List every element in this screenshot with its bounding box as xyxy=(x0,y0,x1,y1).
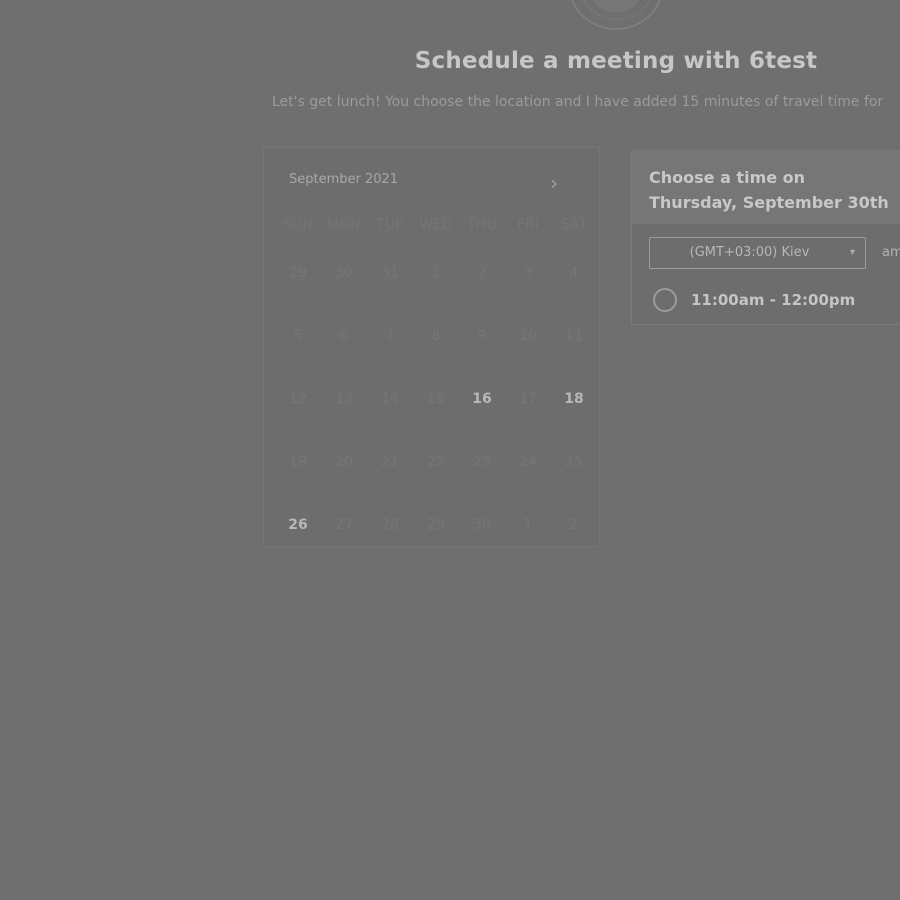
timezone-select[interactable]: (GMT+03:00) Kiev ▾ xyxy=(649,237,866,269)
calendar-day: 31 xyxy=(381,265,399,281)
calendar-day: 21 xyxy=(381,454,399,470)
weekday-label: THU xyxy=(467,217,497,233)
calendar-day: 19 xyxy=(289,454,307,470)
calendar-day: 17 xyxy=(519,391,537,407)
calendar-day-grid: 29 30 31 1 2 3 4 5 6 7 8 9 10 11 12 13 1… xyxy=(276,258,590,538)
calendar-day: 30 xyxy=(335,265,353,281)
calendar-day: 14 xyxy=(381,391,399,407)
calendar-day: 30 xyxy=(473,517,491,533)
calendar-day: 12 xyxy=(289,391,307,407)
timezone-value: (GMT+03:00) Kiev xyxy=(689,245,810,260)
weekday-label: FRI xyxy=(517,217,539,233)
calendar-day: 10 xyxy=(519,328,537,344)
calendar-day: 11 xyxy=(565,328,583,344)
calendar-day: 23 xyxy=(473,454,491,470)
calendar-day: 25 xyxy=(565,454,583,470)
avatar-image xyxy=(580,0,654,20)
calendar-day: 8 xyxy=(431,328,441,344)
calendar-day: 29 xyxy=(427,517,445,533)
calendar-day: 24 xyxy=(519,454,537,470)
avatar xyxy=(568,0,664,30)
calendar-day: 7 xyxy=(385,328,395,344)
time-slot-label: 11:00am - 12:00pm xyxy=(691,291,856,309)
calendar-day-available[interactable]: 26 xyxy=(276,510,320,540)
calendar-day: 4 xyxy=(569,265,579,281)
booking-page: Schedule a meeting with 6test Let's get … xyxy=(0,0,900,900)
calendar-day: 9 xyxy=(477,328,487,344)
calendar-day: 22 xyxy=(427,454,445,470)
calendar-day: 28 xyxy=(381,517,399,533)
calendar-day: 5 xyxy=(293,328,303,344)
weekday-label: MON xyxy=(327,217,361,233)
calendar-day: 1 xyxy=(523,517,533,533)
calendar-weekday-row: SUN MON TUE WED THU FRI SAT xyxy=(276,215,590,235)
calendar-day: 1 xyxy=(431,265,441,281)
weekday-label: SUN xyxy=(283,217,313,233)
time-panel-title: Choose a time on Thursday, September 30t… xyxy=(649,168,889,212)
calendar-day-available[interactable]: 16 xyxy=(460,384,504,414)
ampm-toggle[interactable]: am/pm xyxy=(882,244,900,262)
time-selection-panel: Choose a time on Thursday, September 30t… xyxy=(631,150,900,325)
calendar-day: 27 xyxy=(335,517,353,533)
weekday-label: WED xyxy=(419,217,453,233)
calendar-month-label: September 2021 xyxy=(289,172,399,187)
calendar-day: 13 xyxy=(335,391,353,407)
calendar-day: 2 xyxy=(477,265,487,281)
calendar-day: 15 xyxy=(427,391,445,407)
calendar-day: 20 xyxy=(335,454,353,470)
time-panel-header: Choose a time on Thursday, September 30t… xyxy=(632,151,900,224)
chevron-left-icon[interactable]: ‹ xyxy=(467,173,487,193)
weekday-label: SAT xyxy=(560,217,588,233)
page-description: Let's get lunch! You choose the location… xyxy=(272,94,884,110)
calendar-day: 2 xyxy=(569,517,579,533)
calendar-day-available[interactable]: 18 xyxy=(552,384,596,414)
calendar-day: 3 xyxy=(523,265,533,281)
caret-down-icon: ▾ xyxy=(849,247,855,258)
calendar-day: 29 xyxy=(289,265,307,281)
calendar-card: September 2021 ‹ › SUN MON TUE WED THU F… xyxy=(263,147,600,547)
page-title: Schedule a meeting with 6test xyxy=(414,48,818,74)
radio-button-icon[interactable] xyxy=(653,288,677,312)
time-slot-option[interactable]: 11:00am - 12:00pm xyxy=(653,287,893,313)
weekday-label: TUE xyxy=(376,217,404,233)
chevron-right-icon[interactable]: › xyxy=(544,173,564,193)
calendar-day: 6 xyxy=(339,328,349,344)
